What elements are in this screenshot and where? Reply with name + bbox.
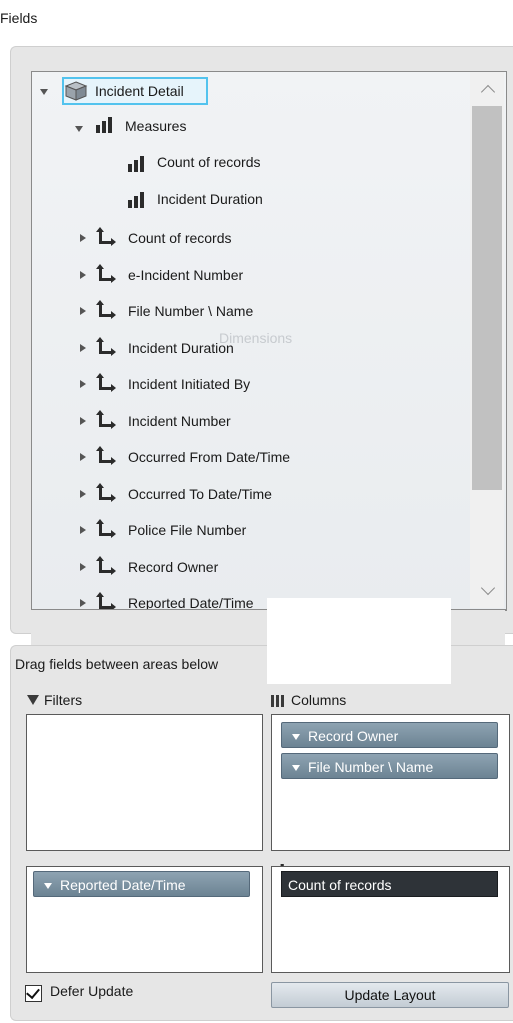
tree-dimension-item[interactable]: Police File Number <box>128 517 246 543</box>
scroll-down-button[interactable] <box>470 574 504 608</box>
measure-field-chip[interactable]: Count of records <box>281 871 498 897</box>
chevron-up-icon <box>480 84 496 100</box>
chevron-down-icon <box>480 580 496 596</box>
filters-label: Filters <box>44 692 83 708</box>
scroll-up-button[interactable] <box>470 72 504 106</box>
dimension-axis-icon <box>96 227 118 247</box>
tree-dimension-item[interactable]: Occurred To Date/Time <box>128 481 272 507</box>
tree-dimension-item[interactable]: Count of records <box>128 225 232 251</box>
expand-arrow-icon[interactable] <box>80 526 86 534</box>
overlay-box <box>267 598 451 684</box>
expand-arrow-icon[interactable] <box>80 344 86 352</box>
tree-measures-group[interactable]: Measures <box>125 113 186 139</box>
bar-chart-icon <box>128 156 146 172</box>
filter-icon <box>44 883 52 890</box>
tree-dimension-item[interactable]: Incident Number <box>128 408 231 434</box>
expand-arrow-icon[interactable] <box>80 599 86 607</box>
column-field-chip[interactable]: File Number \ Name <box>281 753 498 779</box>
expand-arrow-icon[interactable] <box>80 453 86 461</box>
dimension-axis-icon <box>96 519 118 539</box>
column-field-label: File Number \ Name <box>308 759 434 775</box>
defer-update-label: Defer Update <box>50 983 134 999</box>
filter-icon <box>292 765 300 772</box>
tree-dimension-item[interactable]: File Number \ Name <box>128 298 253 324</box>
dimension-axis-icon <box>96 483 118 503</box>
bar-chart-icon <box>128 192 146 208</box>
row-field-label: Reported Date/Time <box>60 877 186 893</box>
tree-dimension-item[interactable]: Incident Initiated By <box>128 371 250 397</box>
expand-arrow-icon[interactable] <box>80 380 86 388</box>
tree-root-label[interactable]: Incident Detail <box>95 78 184 104</box>
tree-dimension-item[interactable]: Record Owner <box>128 554 218 580</box>
dimension-axis-icon <box>96 300 118 320</box>
dimension-axis-icon <box>96 410 118 430</box>
expand-arrow-icon[interactable] <box>80 490 86 498</box>
bar-chart-icon <box>96 117 114 133</box>
expand-arrow-icon[interactable] <box>80 307 86 315</box>
tree-measure-item[interactable]: Incident Duration <box>157 186 263 212</box>
collapse-arrow-icon[interactable] <box>40 89 48 95</box>
columns-icon <box>271 695 285 707</box>
column-field-label: Record Owner <box>308 728 399 744</box>
dimension-axis-icon <box>96 556 118 576</box>
dimension-axis-icon <box>96 373 118 393</box>
dimension-axis-icon <box>96 446 118 466</box>
expand-arrow-icon[interactable] <box>80 563 86 571</box>
column-field-chip[interactable]: Record Owner <box>281 722 498 748</box>
filter-icon <box>292 734 300 741</box>
dimension-axis-icon <box>96 337 118 357</box>
scrollbar-thumb[interactable] <box>472 106 502 490</box>
update-layout-button[interactable]: Update Layout <box>271 982 509 1008</box>
expand-arrow-icon[interactable] <box>80 271 86 279</box>
expand-arrow-icon[interactable] <box>80 234 86 242</box>
fields-title: Fields <box>0 10 38 26</box>
tree-dimension-item[interactable]: Occurred From Date/Time <box>128 444 290 470</box>
dimension-axis-icon <box>96 264 118 284</box>
filters-drop-area[interactable] <box>26 714 263 851</box>
tree-measure-item[interactable]: Count of records <box>157 149 261 175</box>
dimensions-watermark: Dimensions <box>219 330 293 346</box>
row-field-chip[interactable]: Reported Date/Time <box>33 871 250 897</box>
expand-arrow-icon[interactable] <box>80 417 86 425</box>
tree-dimension-item[interactable]: e-Incident Number <box>128 262 243 288</box>
filter-icon <box>27 695 39 705</box>
collapse-arrow-icon[interactable] <box>75 126 83 132</box>
columns-label: Columns <box>291 692 347 708</box>
cube-icon <box>64 81 88 101</box>
tree-dimension-item[interactable]: Incident Duration <box>128 335 234 361</box>
drag-hint-text: Drag fields between areas below <box>15 656 219 672</box>
